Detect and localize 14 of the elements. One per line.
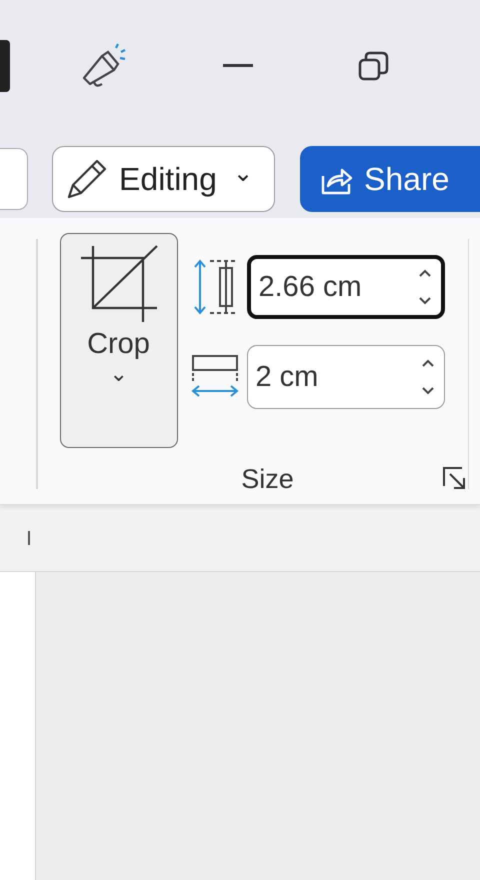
group-label: Size <box>241 464 294 494</box>
crop-icon <box>78 244 158 324</box>
restore-icon[interactable] <box>358 51 390 81</box>
dialog-launcher-icon[interactable] <box>442 466 468 490</box>
tile-icon[interactable] <box>0 40 10 92</box>
height-field[interactable]: 2.66 cm <box>246 255 444 319</box>
share-button[interactable]: Share <box>300 146 480 212</box>
spinner-icon[interactable] <box>416 268 432 306</box>
editing-button[interactable]: Editing ⌄ <box>52 146 275 212</box>
minimize-icon[interactable] <box>223 64 253 68</box>
crop-button[interactable]: Crop ⌄ <box>60 233 178 448</box>
ruler-tick <box>28 531 30 545</box>
spinner-icon[interactable] <box>420 358 436 396</box>
width-field[interactable]: 2 cm <box>246 345 444 409</box>
